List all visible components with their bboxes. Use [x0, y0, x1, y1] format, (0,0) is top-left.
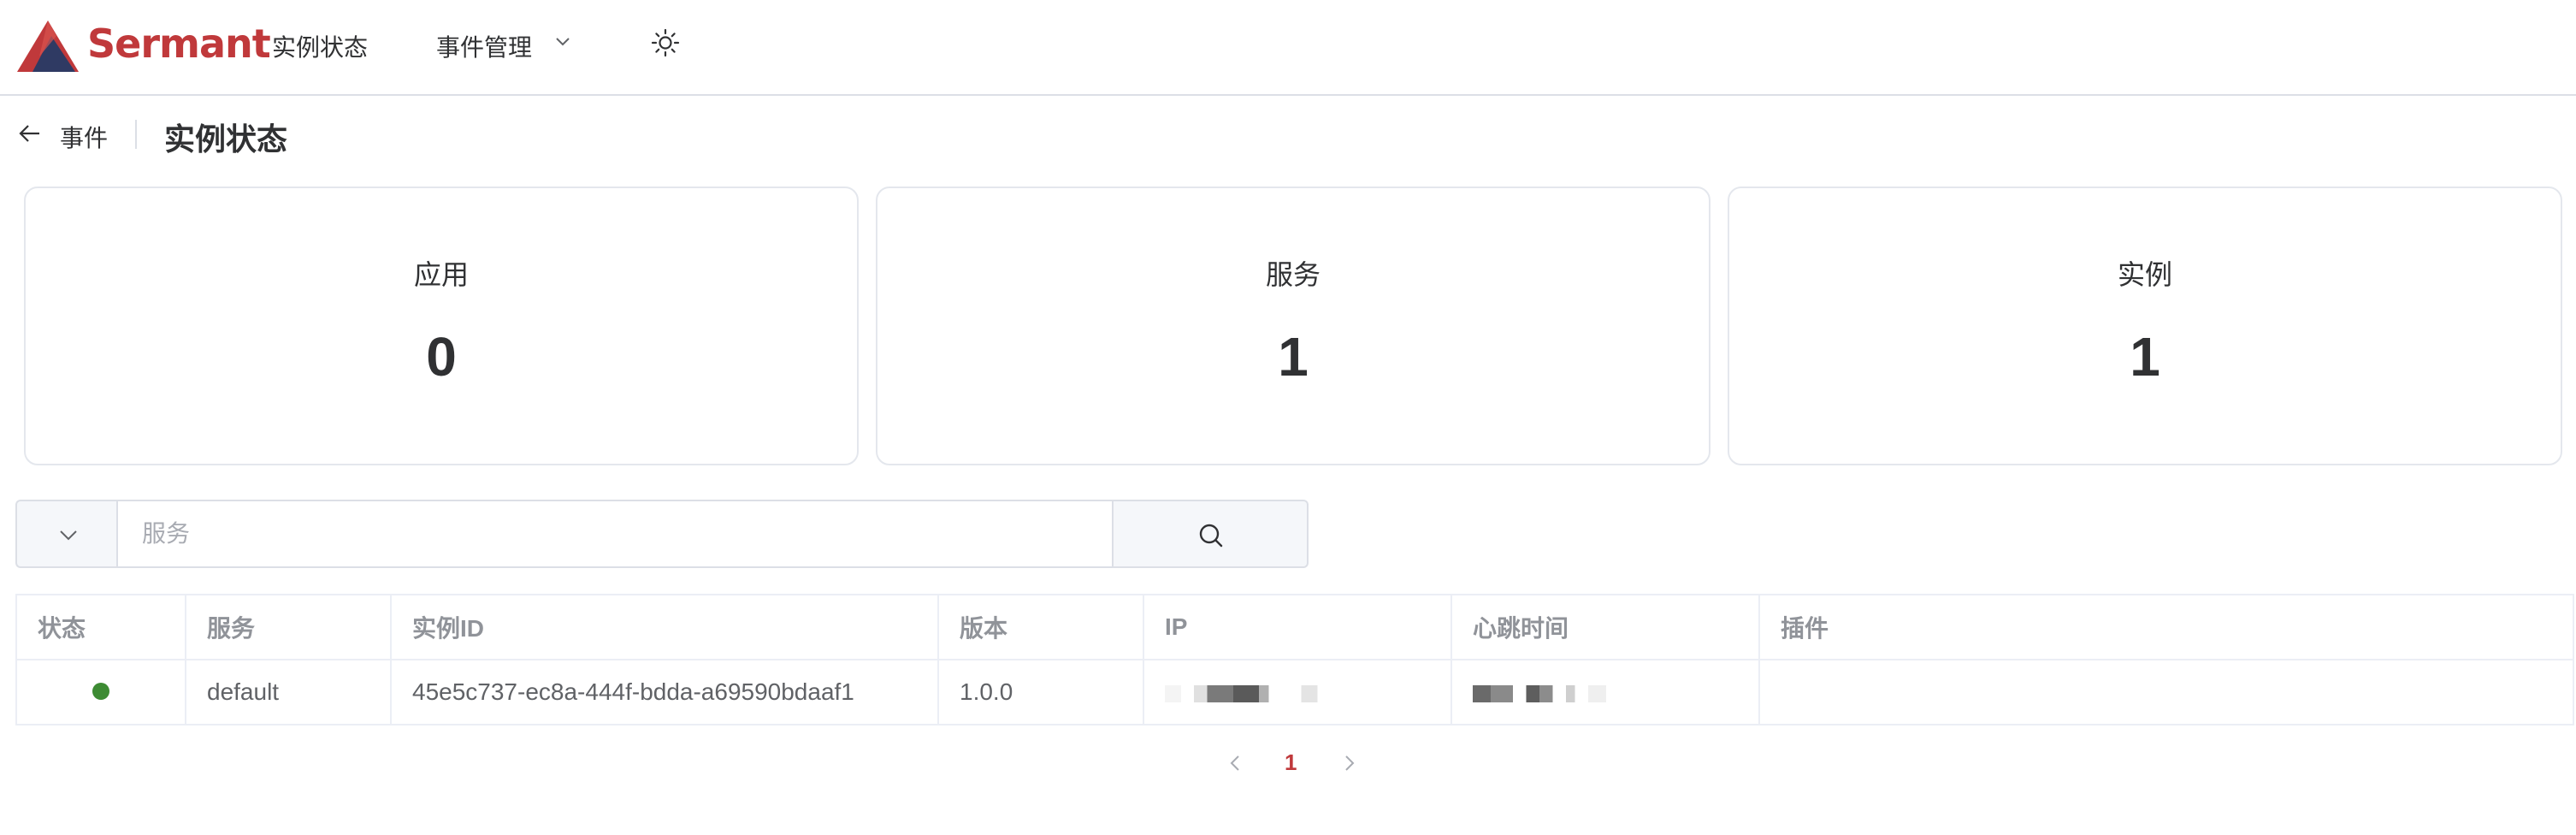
- plugin-cell: [1758, 659, 2574, 725]
- redacted-ip: [1165, 684, 1327, 702]
- table-row[interactable]: default 45e5c737-ec8a-444f-bdda-a69590bd…: [15, 659, 2574, 725]
- page-header: 事件 实例状态: [0, 110, 2576, 157]
- version-cell: 1.0.0: [937, 659, 1144, 725]
- page-number-current[interactable]: 1: [1285, 749, 1297, 776]
- status-cell: [15, 659, 186, 725]
- chevron-down-icon[interactable]: [554, 36, 571, 48]
- chevron-left-icon[interactable]: [1226, 753, 1244, 773]
- status-online-dot: [92, 683, 109, 700]
- redacted-heartbeat: [1473, 684, 1695, 702]
- header-divider: [135, 120, 137, 149]
- nav-item-instance-status[interactable]: 实例状态: [272, 29, 368, 63]
- logo-icon[interactable]: [15, 19, 80, 74]
- instance-table: 状态 服务 实例ID 版本 IP 心跳时间 插件 default 45e5c73…: [15, 594, 2574, 725]
- stat-value: 1: [1278, 326, 1309, 388]
- column-header-instance-id[interactable]: 实例ID: [390, 594, 939, 660]
- chevron-right-icon[interactable]: [1341, 753, 1358, 773]
- stat-card-services: 服务 1: [876, 187, 1710, 465]
- instance-id-cell[interactable]: 45e5c737-ec8a-444f-bdda-a69590bdaaf1: [390, 659, 939, 725]
- back-link[interactable]: 事件: [60, 120, 108, 154]
- service-cell: default: [185, 659, 392, 725]
- stat-label: 应用: [413, 259, 469, 290]
- pagination: 1: [0, 746, 2576, 780]
- search-button[interactable]: [1114, 500, 1309, 568]
- stat-label: 实例: [2117, 259, 2172, 290]
- search-icon: [1199, 524, 1223, 548]
- arrow-left-icon[interactable]: [17, 121, 43, 145]
- page-title: 实例状态: [164, 121, 288, 157]
- search-input[interactable]: [116, 500, 1114, 568]
- column-header-status[interactable]: 状态: [15, 594, 186, 660]
- brand-name[interactable]: Sermant: [87, 21, 271, 67]
- nav-item-event-management[interactable]: 事件管理: [436, 29, 532, 63]
- chevron-down-icon: [60, 530, 77, 541]
- sun-icon[interactable]: [650, 27, 681, 58]
- column-header-service[interactable]: 服务: [185, 594, 392, 660]
- search-field-select[interactable]: [15, 500, 116, 568]
- stat-value: 1: [2130, 326, 2160, 388]
- column-header-plugins[interactable]: 插件: [1758, 594, 2574, 660]
- column-header-heartbeat[interactable]: 心跳时间: [1450, 594, 1760, 660]
- ip-cell: [1143, 659, 1452, 725]
- column-header-version[interactable]: 版本: [937, 594, 1144, 660]
- table-header-row: 状态 服务 实例ID 版本 IP 心跳时间 插件: [15, 594, 2574, 660]
- stat-card-instances: 实例 1: [1728, 187, 2562, 465]
- column-header-ip[interactable]: IP: [1143, 594, 1452, 660]
- stat-label: 服务: [1265, 259, 1320, 290]
- stat-card-applications: 应用 0: [24, 187, 859, 465]
- stat-value: 0: [426, 326, 457, 388]
- top-navbar: Sermant 实例状态 事件管理: [0, 0, 2576, 96]
- heartbeat-cell: [1450, 659, 1760, 725]
